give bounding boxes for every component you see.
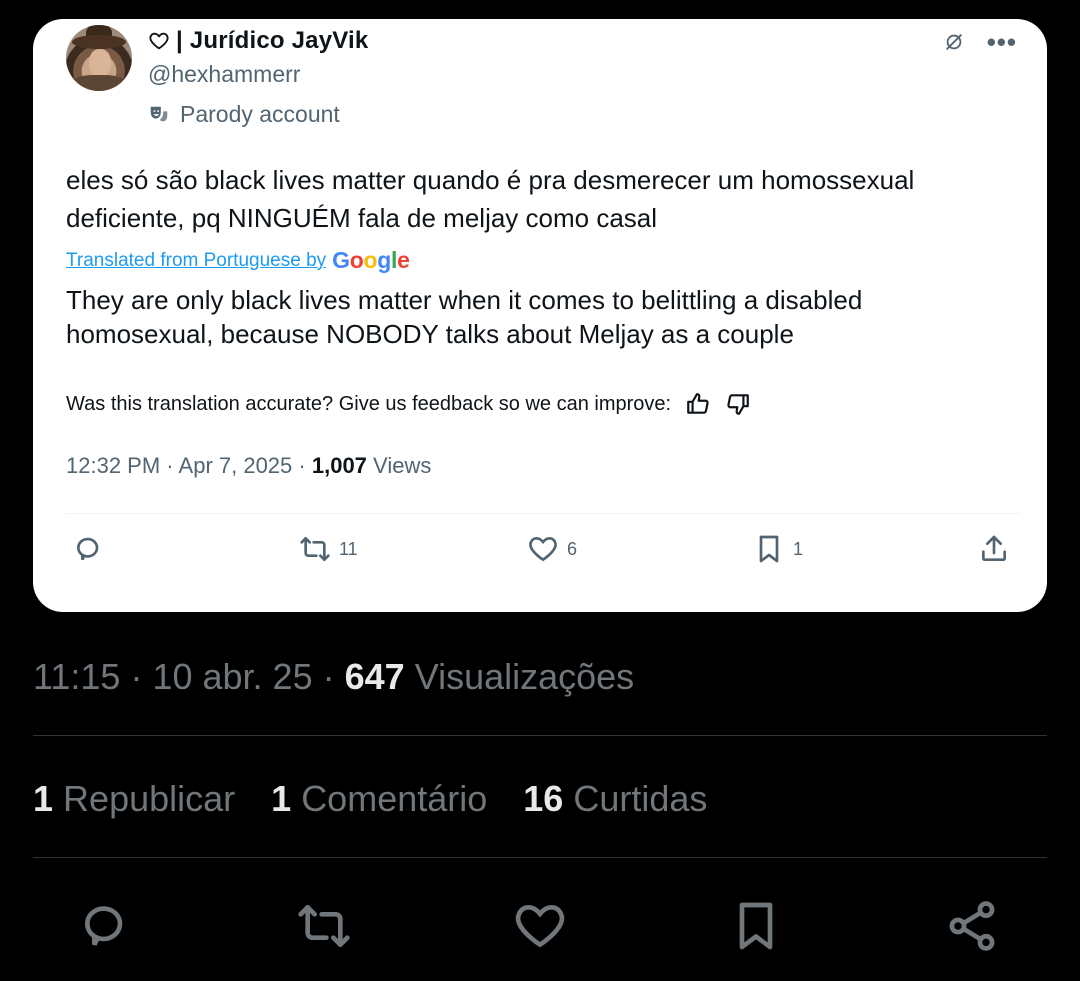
tweet-text: eles só são black lives matter quando é …	[66, 165, 915, 233]
card-top-icons: •••	[943, 29, 1017, 55]
translated-text: They are only black lives matter when it…	[66, 285, 863, 349]
bookmark-icon	[739, 902, 773, 950]
outer-views-count: 647	[344, 656, 405, 697]
more-options-icon[interactable]: •••	[987, 29, 1017, 55]
stat-reposts[interactable]: 1 Republicar	[33, 778, 235, 820]
like-count: 6	[567, 538, 578, 559]
card-action-bar: 11 6 1	[33, 533, 1047, 573]
translation-feedback: Was this translation accurate? Give us f…	[66, 391, 751, 417]
outer-time[interactable]: 11:15	[33, 656, 120, 697]
outer-repost-button[interactable]	[296, 898, 352, 954]
display-name: | Jurídico JayVik	[176, 27, 369, 54]
tweet-timestamp: 12:32 PM · Apr 7, 2025 · 1,007 Views	[66, 453, 432, 478]
repost-button[interactable]: 11	[299, 533, 358, 565]
outer-date[interactable]: 10 abr. 25	[152, 656, 312, 697]
parody-mask-icon	[150, 106, 168, 121]
repost-icon	[298, 905, 350, 947]
engagement-stats: 1 Republicar 1 Comentário 16 Curtidas	[33, 778, 707, 820]
reply-icon	[76, 537, 99, 561]
reply-button[interactable]	[73, 533, 113, 565]
heart-icon	[529, 536, 557, 562]
views-count: 1,007	[311, 453, 367, 478]
heart-outline-icon	[149, 32, 169, 50]
translated-from-link[interactable]: Translated from Portuguese by	[66, 250, 326, 272]
card-divider	[66, 513, 1021, 514]
outer-reply-button[interactable]	[78, 898, 134, 954]
thumbs-up-icon[interactable]	[685, 391, 711, 417]
translation-attribution: Translated from Portuguese by Google	[66, 247, 410, 274]
author-name-row[interactable]: | Jurídico JayVik	[148, 27, 368, 55]
grok-icon[interactable]	[943, 31, 965, 53]
bookmark-count: 1	[793, 538, 804, 559]
views-label: Views	[373, 453, 432, 478]
bookmark-button[interactable]: 1	[753, 533, 803, 565]
bookmark-icon	[759, 535, 779, 563]
reply-icon	[84, 906, 123, 946]
share-button[interactable]	[978, 533, 1010, 565]
outer-action-bar	[0, 898, 1080, 958]
outer-share-button[interactable]	[944, 898, 1000, 954]
tweet-date[interactable]: Apr 7, 2025	[179, 453, 293, 478]
outer-bookmark-button[interactable]	[728, 898, 784, 954]
divider-bottom	[33, 857, 1047, 858]
thumbs-down-icon[interactable]	[725, 391, 751, 417]
share-icon	[982, 535, 1006, 561]
repost-count: 11	[339, 538, 358, 559]
google-logo: Google	[332, 247, 410, 273]
parody-label: Parody account	[180, 101, 340, 127]
tweet-time[interactable]: 12:32 PM	[66, 453, 160, 478]
feedback-text: Was this translation accurate? Give us f…	[66, 392, 672, 415]
heart-icon	[515, 904, 565, 948]
embedded-tweet-card[interactable]: | Jurídico JayVik @hexhammerr Parody acc…	[33, 19, 1047, 612]
outer-tweet-timestamp: 11:15 · 10 abr. 25 · 647 Visualizações	[33, 656, 635, 697]
outer-like-button[interactable]	[512, 898, 568, 954]
parody-badge: Parody account	[148, 101, 340, 128]
avatar[interactable]	[66, 25, 132, 91]
divider-top	[33, 735, 1047, 736]
repost-icon	[300, 537, 330, 561]
stat-likes[interactable]: 16 Curtidas	[523, 778, 707, 820]
user-handle[interactable]: @hexhammerr	[148, 61, 300, 88]
outer-views-label: Visualizações	[414, 656, 635, 697]
share-network-icon	[949, 901, 995, 951]
like-button[interactable]: 6	[527, 533, 577, 565]
stat-comments[interactable]: 1 Comentário	[271, 778, 487, 820]
